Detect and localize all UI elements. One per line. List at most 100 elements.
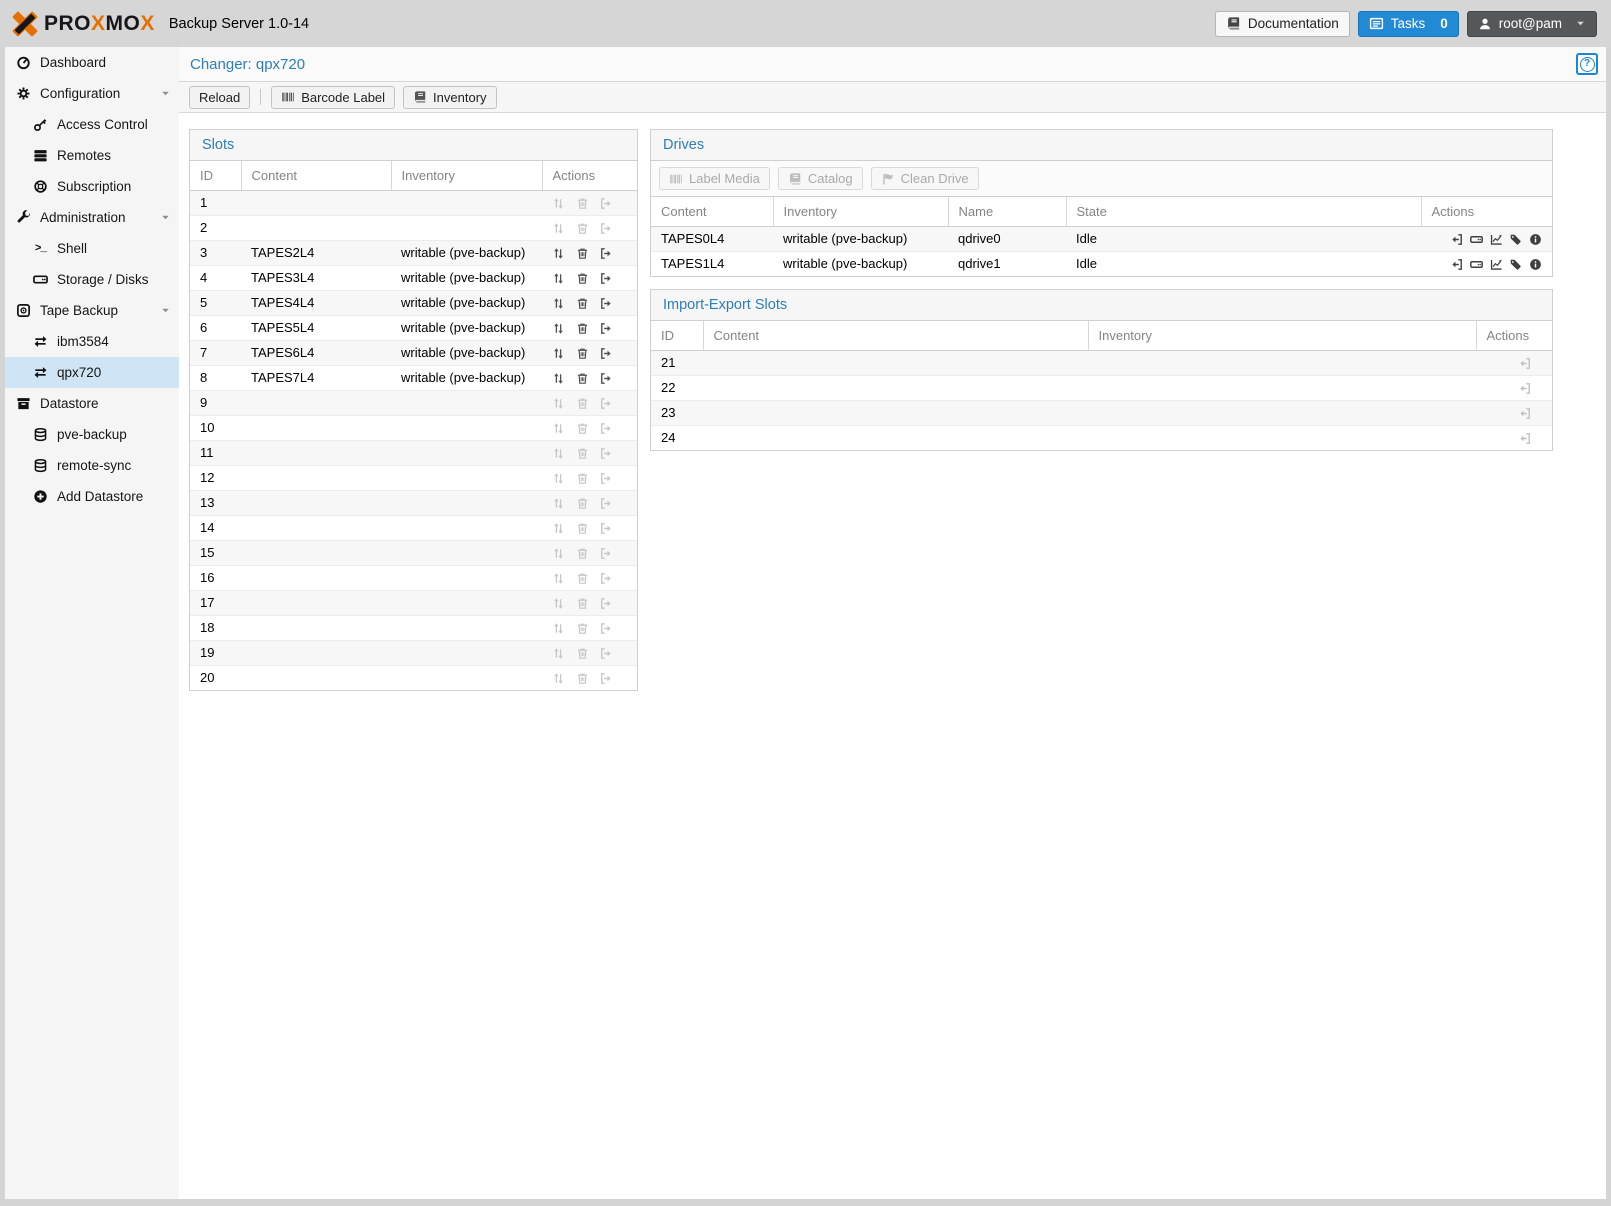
sidebar-item-subscription[interactable]: Subscription bbox=[5, 171, 179, 202]
erase-trash-icon[interactable] bbox=[576, 297, 589, 310]
erase-trash-icon[interactable] bbox=[576, 197, 589, 210]
chevron-down-icon[interactable] bbox=[160, 88, 171, 99]
ie-col-actions[interactable]: Actions bbox=[1476, 321, 1552, 350]
transfer-icon[interactable] bbox=[552, 197, 565, 210]
erase-trash-icon[interactable] bbox=[576, 272, 589, 285]
info-icon[interactable] bbox=[1529, 233, 1542, 246]
erase-trash-icon[interactable] bbox=[576, 597, 589, 610]
import-icon[interactable] bbox=[1519, 407, 1532, 420]
transfer-icon[interactable] bbox=[552, 522, 565, 535]
export-icon[interactable] bbox=[599, 347, 612, 360]
export-icon[interactable] bbox=[599, 472, 612, 485]
sidebar-item-add-datastore[interactable]: Add Datastore bbox=[5, 481, 179, 512]
transfer-icon[interactable] bbox=[552, 547, 565, 560]
erase-trash-icon[interactable] bbox=[576, 672, 589, 685]
sidebar-item-ibm3584[interactable]: ibm3584 bbox=[5, 326, 179, 357]
inventory-button[interactable]: Inventory bbox=[403, 86, 496, 109]
transfer-icon[interactable] bbox=[552, 622, 565, 635]
label-media-button[interactable]: Label Media bbox=[659, 167, 770, 190]
reload-button[interactable]: Reload bbox=[189, 86, 250, 109]
erase-trash-icon[interactable] bbox=[576, 497, 589, 510]
sidebar-item-remotes[interactable]: Remotes bbox=[5, 140, 179, 171]
sidebar-item-qpx720[interactable]: qpx720 bbox=[5, 357, 179, 388]
transfer-icon[interactable] bbox=[552, 372, 565, 385]
export-icon[interactable] bbox=[599, 622, 612, 635]
clean-drive-button[interactable]: Clean Drive bbox=[871, 167, 979, 190]
drives-col-actions[interactable]: Actions bbox=[1421, 197, 1552, 226]
erase-trash-icon[interactable] bbox=[576, 622, 589, 635]
sidebar-item-access-control[interactable]: Access Control bbox=[5, 109, 179, 140]
label-tag-icon[interactable] bbox=[1509, 233, 1522, 246]
drive-hdd-icon[interactable] bbox=[1470, 233, 1483, 246]
drives-col-name[interactable]: Name bbox=[948, 197, 1066, 226]
erase-trash-icon[interactable] bbox=[576, 572, 589, 585]
erase-trash-icon[interactable] bbox=[576, 472, 589, 485]
label-tag-icon[interactable] bbox=[1509, 258, 1522, 271]
export-icon[interactable] bbox=[599, 197, 612, 210]
export-icon[interactable] bbox=[599, 322, 612, 335]
transfer-icon[interactable] bbox=[552, 672, 565, 685]
erase-trash-icon[interactable] bbox=[576, 397, 589, 410]
export-icon[interactable] bbox=[599, 247, 612, 260]
ie-col-inventory[interactable]: Inventory bbox=[1088, 321, 1476, 350]
erase-trash-icon[interactable] bbox=[576, 347, 589, 360]
transfer-icon[interactable] bbox=[552, 647, 565, 660]
transfer-icon[interactable] bbox=[552, 422, 565, 435]
slots-col-actions[interactable]: Actions bbox=[542, 161, 637, 190]
drives-col-inventory[interactable]: Inventory bbox=[773, 197, 948, 226]
sidebar-item-storage-disks[interactable]: Storage / Disks bbox=[5, 264, 179, 295]
sidebar-item-configuration[interactable]: Configuration bbox=[5, 78, 179, 109]
erase-trash-icon[interactable] bbox=[576, 222, 589, 235]
catalog-button[interactable]: Catalog bbox=[778, 167, 863, 190]
sidebar-item-remote-sync[interactable]: remote-sync bbox=[5, 450, 179, 481]
tasks-button[interactable]: Tasks 0 bbox=[1358, 11, 1459, 37]
transfer-icon[interactable] bbox=[552, 497, 565, 510]
drives-col-content[interactable]: Content bbox=[651, 197, 773, 226]
ie-col-content[interactable]: Content bbox=[703, 321, 1088, 350]
transfer-icon[interactable] bbox=[552, 347, 565, 360]
erase-trash-icon[interactable] bbox=[576, 647, 589, 660]
export-icon[interactable] bbox=[599, 447, 612, 460]
erase-trash-icon[interactable] bbox=[576, 247, 589, 260]
export-icon[interactable] bbox=[599, 572, 612, 585]
import-icon[interactable] bbox=[1519, 357, 1532, 370]
sidebar-item-tape-backup[interactable]: Tape Backup bbox=[5, 295, 179, 326]
ie-col-id[interactable]: ID bbox=[651, 321, 703, 350]
transfer-icon[interactable] bbox=[552, 247, 565, 260]
sidebar-item-datastore[interactable]: Datastore bbox=[5, 388, 179, 419]
unload-icon[interactable] bbox=[1451, 258, 1464, 271]
chevron-down-icon[interactable] bbox=[160, 212, 171, 223]
export-icon[interactable] bbox=[599, 272, 612, 285]
erase-trash-icon[interactable] bbox=[576, 372, 589, 385]
unload-icon[interactable] bbox=[1451, 233, 1464, 246]
drives-col-state[interactable]: State bbox=[1066, 197, 1421, 226]
user-menu-button[interactable]: root@pam bbox=[1467, 11, 1597, 37]
info-icon[interactable] bbox=[1529, 258, 1542, 271]
barcode-label-button[interactable]: Barcode Label bbox=[271, 86, 395, 109]
help-button[interactable]: ? bbox=[1576, 53, 1598, 75]
chevron-down-icon[interactable] bbox=[160, 305, 171, 316]
import-icon[interactable] bbox=[1519, 382, 1532, 395]
slots-col-content[interactable]: Content bbox=[241, 161, 391, 190]
export-icon[interactable] bbox=[599, 522, 612, 535]
export-icon[interactable] bbox=[599, 397, 612, 410]
export-icon[interactable] bbox=[599, 222, 612, 235]
transfer-icon[interactable] bbox=[552, 597, 565, 610]
export-icon[interactable] bbox=[599, 547, 612, 560]
export-icon[interactable] bbox=[599, 497, 612, 510]
transfer-icon[interactable] bbox=[552, 222, 565, 235]
export-icon[interactable] bbox=[599, 422, 612, 435]
transfer-icon[interactable] bbox=[552, 447, 565, 460]
export-icon[interactable] bbox=[599, 672, 612, 685]
transfer-icon[interactable] bbox=[552, 322, 565, 335]
export-icon[interactable] bbox=[599, 297, 612, 310]
transfer-icon[interactable] bbox=[552, 472, 565, 485]
erase-trash-icon[interactable] bbox=[576, 422, 589, 435]
export-icon[interactable] bbox=[599, 597, 612, 610]
sidebar-item-shell[interactable]: >_ Shell bbox=[5, 233, 179, 264]
drive-hdd-icon[interactable] bbox=[1470, 258, 1483, 271]
erase-trash-icon[interactable] bbox=[576, 447, 589, 460]
import-icon[interactable] bbox=[1519, 432, 1532, 445]
status-chart-icon[interactable] bbox=[1490, 258, 1503, 271]
slots-col-inventory[interactable]: Inventory bbox=[391, 161, 542, 190]
